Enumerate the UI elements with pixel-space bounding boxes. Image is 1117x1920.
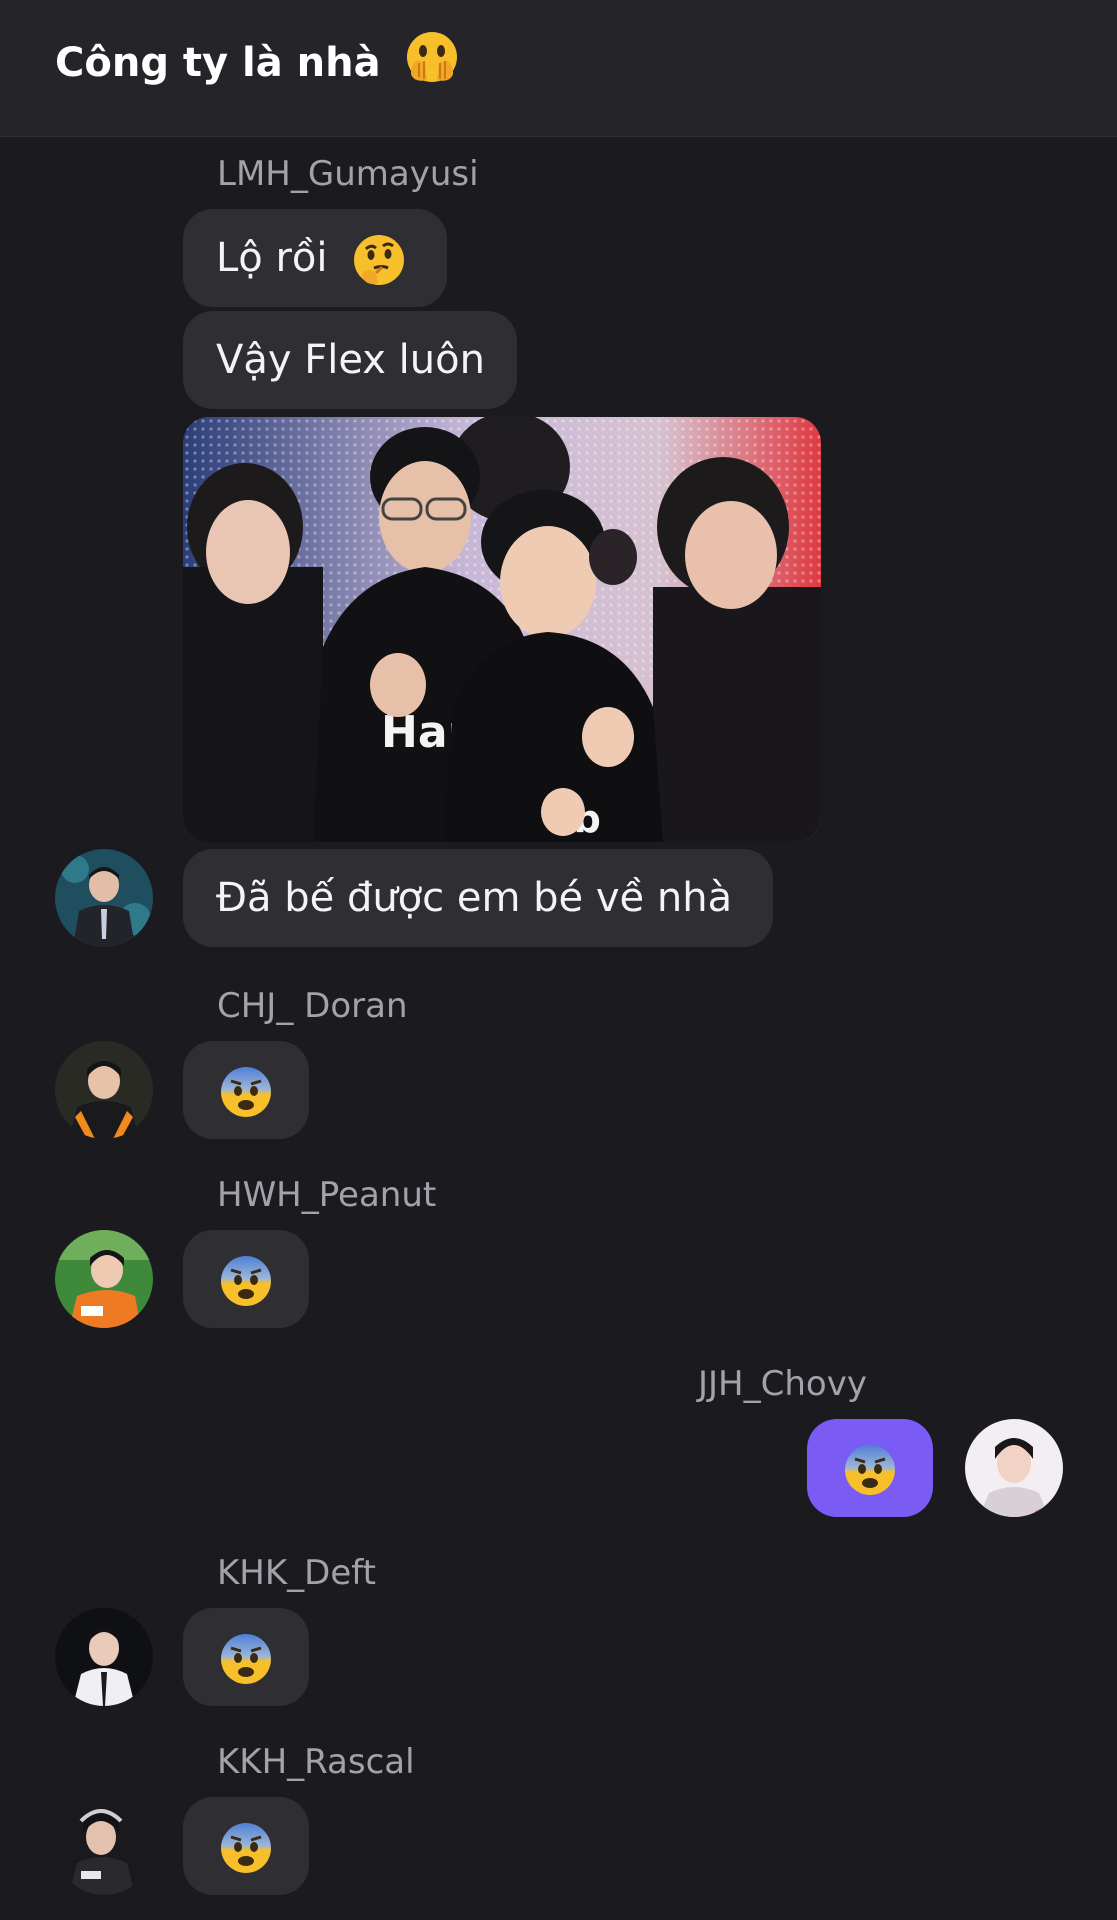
message-bubble[interactable] [183, 1608, 309, 1706]
sender-name-deft: KHK_Deft [217, 1553, 376, 1593]
sender-name-peanut: HWH_Peanut [217, 1175, 437, 1215]
avatar-gumayusi[interactable] [55, 849, 153, 947]
shared-photo[interactable]: Hand ab [183, 417, 821, 842]
chat-title[interactable]: Công ty là nhà [55, 30, 459, 97]
thinking-face-icon [352, 235, 406, 285]
message-bubble[interactable] [183, 1041, 309, 1139]
fearful-face-icon [219, 1256, 273, 1306]
message-bubble[interactable] [183, 1797, 309, 1895]
avatar-rascal[interactable] [55, 1797, 153, 1895]
avatar-chovy[interactable] [965, 1419, 1063, 1517]
sender-name-chovy: JJH_Chovy [698, 1364, 867, 1404]
sender-name-gumayusi: LMH_Gumayusi [217, 154, 479, 194]
face-hand-over-mouth-icon [405, 30, 459, 97]
chat-header[interactable]: Công ty là nhà [0, 0, 1117, 137]
message-text: Vậy Flex luôn [216, 337, 485, 383]
fearful-face-icon [219, 1823, 273, 1873]
sender-name-rascal: KKH_Rascal [217, 1742, 415, 1782]
sender-name-doran: CHJ_ Doran [217, 986, 408, 1026]
avatar-doran[interactable] [55, 1041, 153, 1139]
message-bubble[interactable] [183, 1230, 309, 1328]
own-message-bubble[interactable] [807, 1419, 933, 1517]
fearful-face-icon [843, 1445, 897, 1495]
message-text: Đã bế được em bé về nhà [216, 875, 733, 921]
avatar-peanut[interactable] [55, 1230, 153, 1328]
fearful-face-icon [219, 1067, 273, 1117]
message-text: Lộ rồi [216, 235, 328, 281]
fearful-face-icon [219, 1634, 273, 1684]
message-bubble[interactable]: Đã bế được em bé về nhà [183, 849, 773, 947]
chat-screen: Công ty là nhà LMH_Gumayusi Lộ rồi Vậy F… [0, 0, 1117, 1920]
chat-title-text: Công ty là nhà [55, 40, 381, 86]
message-bubble[interactable]: Lộ rồi [183, 209, 447, 307]
avatar-deft[interactable] [55, 1608, 153, 1706]
message-bubble[interactable]: Vậy Flex luôn [183, 311, 517, 409]
